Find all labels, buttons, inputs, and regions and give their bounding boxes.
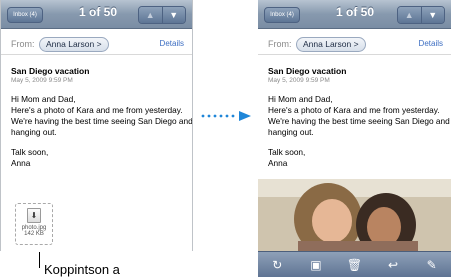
compose-icon[interactable]: ✎ xyxy=(422,258,442,272)
message-date: May 5, 2009 9:59 PM xyxy=(268,77,330,84)
message-date: May 5, 2009 9:59 PM xyxy=(11,77,73,84)
move-folder-icon[interactable]: ▣ xyxy=(306,258,326,272)
attachment-placeholder[interactable]: ⬇ photo.jpg 142 KB xyxy=(15,203,53,245)
download-arrow-icon: ⬇ xyxy=(27,208,41,223)
down-arrow-icon[interactable]: ▼ xyxy=(420,7,444,23)
message-arrows: ▲ ▼ xyxy=(138,6,186,24)
message-greeting: Hi Mom and Dad, Here's a photo of Kara an… xyxy=(268,94,450,137)
from-row: From: Anna Larson > Details xyxy=(258,36,451,55)
sender-button[interactable]: Anna Larson > xyxy=(296,37,366,52)
up-arrow-icon[interactable]: ▲ xyxy=(139,7,162,23)
callout-line xyxy=(39,252,40,268)
navigation-bar: Inbox (4) 1 of 50 ▲ ▼ xyxy=(258,0,451,29)
refresh-icon[interactable]: ↻ xyxy=(267,258,287,272)
trash-icon[interactable]: 🗑 xyxy=(344,258,364,272)
attached-photo xyxy=(258,179,451,251)
from-row: From: Anna Larson > Details xyxy=(1,36,192,55)
navigation-bar: Inbox (4) 1 of 50 ▲ ▼ xyxy=(1,0,192,29)
up-arrow-icon[interactable]: ▲ xyxy=(398,7,421,23)
message-body: Hi Mom and Dad, Here's a photo of Kara an… xyxy=(268,94,450,169)
mail-screen-after: Inbox (4) 1 of 50 ▲ ▼ From: Anna Larson … xyxy=(258,0,451,251)
down-arrow-icon[interactable]: ▼ xyxy=(161,7,185,23)
attachment-size: 142 KB xyxy=(24,231,44,237)
message-arrows: ▲ ▼ xyxy=(397,6,445,24)
message-greeting: Hi Mom and Dad, Here's a photo of Kara an… xyxy=(11,94,193,137)
from-label: From: xyxy=(268,39,292,49)
chevron-right-icon: > xyxy=(353,39,359,49)
message-subject: San Diego vacation xyxy=(11,66,90,76)
message-signoff: Talk soon, Anna xyxy=(11,147,49,168)
details-link[interactable]: Details xyxy=(419,39,443,48)
inbox-back-button[interactable]: Inbox (4) xyxy=(264,7,300,23)
message-counter: 1 of 50 xyxy=(335,5,374,19)
photo-illustration xyxy=(258,179,451,251)
callout-text: Koppintson a xyxy=(44,262,120,277)
message-signoff: Talk soon, Anna xyxy=(268,147,306,168)
message-counter: 1 of 50 xyxy=(78,5,117,19)
reply-icon[interactable]: ↩ xyxy=(383,258,403,272)
transition-arrow xyxy=(201,111,251,121)
inbox-back-button[interactable]: Inbox (4) xyxy=(7,7,43,23)
mail-screen-before: Inbox (4) 1 of 50 ▲ ▼ From: Anna Larson … xyxy=(0,0,193,251)
chevron-right-icon: > xyxy=(96,39,102,49)
mail-toolbar: ↻ ▣ 🗑 ↩ ✎ xyxy=(258,251,451,277)
sender-button[interactable]: Anna Larson > xyxy=(39,37,109,52)
from-label: From: xyxy=(11,39,35,49)
message-body: Hi Mom and Dad, Here's a photo of Kara an… xyxy=(11,94,193,169)
message-subject: San Diego vacation xyxy=(268,66,347,76)
sender-name: Anna Larson xyxy=(46,39,95,49)
details-link[interactable]: Details xyxy=(160,39,184,48)
sender-name: Anna Larson xyxy=(303,39,352,49)
